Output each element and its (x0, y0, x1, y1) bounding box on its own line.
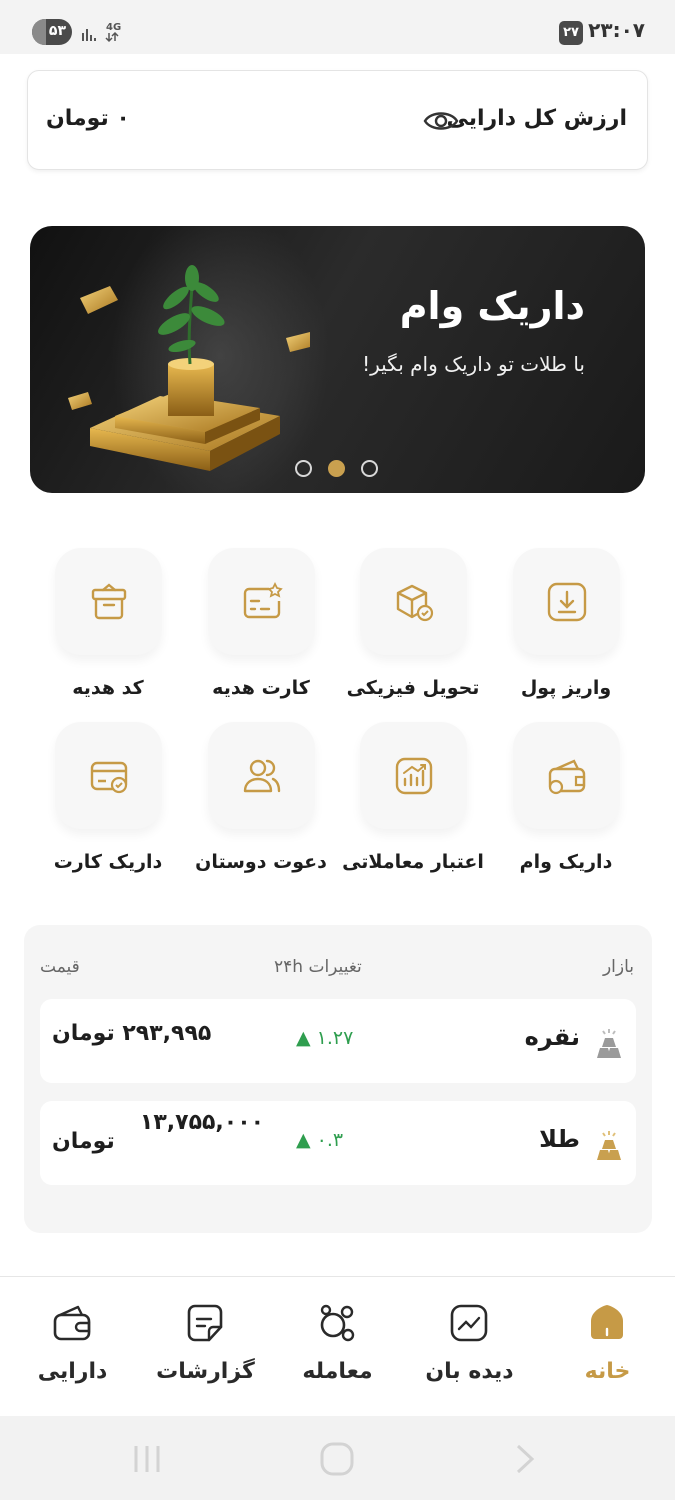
nav-trade[interactable]: معامله (270, 1277, 405, 1417)
asset-price: ۲۹۳,۹۹۵ تومان (52, 1021, 212, 1046)
users-invite-icon (243, 759, 280, 793)
silver-bars-icon (597, 1029, 621, 1058)
service-trading-credit[interactable]: اعتبار معاملاتی (338, 722, 488, 875)
trade-circles-icon (320, 1304, 355, 1342)
service-label: داریک کارت (53, 851, 163, 873)
gift-card-icon (243, 581, 283, 619)
service-label: دعوت دوستان (195, 851, 327, 873)
wallet-icon (53, 1305, 91, 1341)
asset-price-number: ۱۳,۷۵۵,۰۰۰ (139, 1110, 265, 1135)
service-label: کد هدیه (72, 677, 144, 699)
recent-apps-icon[interactable] (130, 1442, 164, 1476)
carousel-dot[interactable] (361, 460, 378, 477)
service-label: اعتبار معاملاتی (342, 851, 484, 873)
status-bar: ۵۳ 4G ۲۷ ۲۳:۰۷ (0, 0, 675, 54)
network-type: 4G (106, 22, 121, 33)
banner-title: داریک وام (399, 284, 585, 328)
nav-assets[interactable]: دارایی (5, 1277, 140, 1417)
asset-change: ▲ ۱.۲۷ (296, 1027, 354, 1049)
home-button-icon[interactable] (318, 1440, 356, 1478)
gold-plant-illustration (68, 265, 310, 471)
date-badge: ۲۷ (559, 21, 583, 45)
back-icon[interactable] (510, 1442, 540, 1476)
service-gift-card[interactable]: کارت هدیه (186, 548, 336, 701)
market-row-gold[interactable]: طلا ▲ ۰.۳ ۱۳,۷۵۵,۰۰۰ تومان (40, 1101, 636, 1185)
service-gift-code[interactable]: کد هدیه (33, 548, 183, 701)
nav-label: معامله (302, 1359, 373, 1384)
clock: ۲۳:۰۷ (588, 18, 645, 42)
service-darik-card[interactable]: داریک کارت (33, 722, 183, 875)
signal-icon: 4G (82, 22, 121, 43)
service-darik-loan[interactable]: داریک وام (491, 722, 641, 875)
total-assets-value: ۰ تومان (46, 106, 130, 131)
header-market: بازار (602, 957, 634, 977)
asset-name: طلا (539, 1125, 580, 1153)
header-change: تغییرات ۲۴h (274, 957, 362, 977)
nav-reports[interactable]: گزارشات (138, 1277, 273, 1417)
total-assets-label: ارزش کل دارایی (446, 106, 627, 131)
service-label: داریک وام (519, 851, 613, 873)
asset-price: ۱۳,۷۵۵,۰۰۰ تومان (52, 1107, 292, 1179)
loan-wallet-icon (548, 759, 585, 795)
promo-banner[interactable]: داریک وام با طلات تو داریک وام بگیر! (30, 226, 645, 493)
battery-level: ۵۳ (48, 23, 66, 39)
asset-name: نقره (524, 1023, 580, 1051)
watchlist-chart-icon (450, 1304, 488, 1342)
nav-label: دارایی (37, 1359, 108, 1384)
service-label: کارت هدیه (212, 677, 310, 699)
service-label: واریز پول (520, 677, 612, 699)
gift-box-icon (91, 583, 126, 620)
nav-label: دیده بان (425, 1359, 514, 1384)
service-deposit[interactable]: واریز پول (491, 548, 641, 701)
bottom-navigation: خانه دیده بان معامله گزارشات دارایی (0, 1276, 675, 1416)
carousel-dot-active[interactable] (328, 460, 345, 477)
market-row-silver[interactable]: نقره ▲ ۱.۲۷ ۲۹۳,۹۹۵ تومان (40, 999, 636, 1083)
service-invite-friends[interactable]: دعوت دوستان (186, 722, 336, 875)
service-label: تحویل فیزیکی (346, 677, 480, 699)
chart-credit-icon (395, 757, 432, 795)
deposit-icon (547, 582, 586, 622)
service-physical-delivery[interactable]: تحویل فیزیکی (338, 548, 488, 701)
total-assets-card: ارزش کل دارایی ۰ تومان (27, 70, 648, 170)
nav-label: گزارشات (156, 1359, 255, 1384)
nav-label: خانه (584, 1359, 631, 1384)
system-navigation-bar (0, 1416, 675, 1500)
asset-price-unit: تومان (52, 1129, 115, 1154)
report-doc-icon (187, 1304, 223, 1342)
card-check-icon (90, 761, 127, 794)
gold-bars-icon (597, 1131, 621, 1160)
carousel-dot[interactable] (295, 460, 312, 477)
market-panel: بازار تغییرات ۲۴h قیمت نقره ▲ ۱.۲۷ ۲۹۳,۹… (24, 925, 652, 1233)
asset-change: ▲ ۰.۳ (296, 1129, 344, 1151)
home-icon (591, 1305, 623, 1339)
nav-home[interactable]: خانه (540, 1277, 675, 1417)
battery-indicator: ۵۳ (32, 19, 72, 45)
header-price: قیمت (40, 957, 80, 977)
carousel-dots (295, 460, 380, 478)
eye-icon[interactable] (423, 107, 459, 135)
nav-watchlist[interactable]: دیده بان (402, 1277, 537, 1417)
banner-subtitle: با طلات تو داریک وام بگیر! (362, 352, 585, 376)
box-delivery-icon (396, 584, 433, 622)
